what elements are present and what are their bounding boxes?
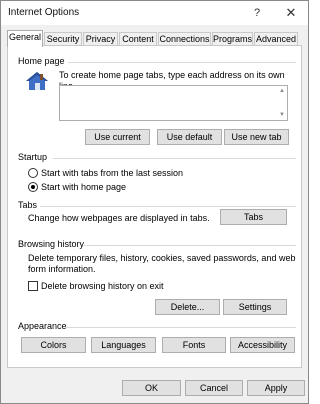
- start-last-session-label[interactable]: Start with tabs from the last session: [41, 168, 183, 179]
- house-icon: [26, 72, 48, 90]
- browsing-history-description-line2: form information.: [28, 264, 96, 274]
- use-current-button[interactable]: Use current: [85, 129, 150, 145]
- delete-on-exit-label[interactable]: Delete browsing history on exit: [41, 281, 164, 292]
- languages-button[interactable]: Languages: [91, 337, 156, 353]
- browsing-history-heading: Browsing history: [18, 239, 85, 249]
- tab-advanced[interactable]: Advanced: [254, 32, 298, 46]
- general-tab-panel: Home page To create home page tabs, type…: [7, 45, 302, 368]
- colors-button[interactable]: Colors: [21, 337, 86, 353]
- browsing-history-divider: [84, 245, 296, 246]
- accessibility-button[interactable]: Accessibility: [230, 337, 295, 353]
- appearance-divider: [66, 327, 296, 328]
- tabs-description: Change how webpages are displayed in tab…: [28, 213, 210, 223]
- home-page-urls-textbox[interactable]: ▲ ▼: [59, 85, 288, 121]
- tabs-heading: Tabs: [18, 200, 38, 210]
- cancel-button[interactable]: Cancel: [185, 380, 243, 396]
- tabs-divider: [40, 206, 296, 207]
- home-page-heading: Home page: [18, 56, 65, 66]
- tab-privacy[interactable]: Privacy: [83, 32, 118, 46]
- tab-security[interactable]: Security: [44, 32, 82, 46]
- tabs-button[interactable]: Tabs: [220, 209, 287, 225]
- delete-on-exit-checkbox[interactable]: [28, 281, 38, 291]
- start-home-page-radio[interactable]: [28, 182, 38, 192]
- tab-connections[interactable]: Connections: [158, 32, 211, 46]
- start-home-page-label[interactable]: Start with home page: [41, 182, 126, 193]
- scroll-down-arrow-icon[interactable]: ▼: [279, 112, 285, 118]
- browsing-history-description-line1: Delete temporary files, history, cookies…: [28, 253, 296, 263]
- home-page-divider: [68, 62, 296, 63]
- use-new-tab-button[interactable]: Use new tab: [224, 129, 289, 145]
- title-bar: Internet Options ? ✕: [1, 1, 308, 25]
- window-title: Internet Options: [8, 7, 80, 18]
- tab-general[interactable]: General: [7, 30, 43, 47]
- start-last-session-radio[interactable]: [28, 168, 38, 178]
- apply-button[interactable]: Apply: [247, 380, 305, 396]
- tab-content[interactable]: Content: [119, 32, 157, 46]
- ok-button[interactable]: OK: [122, 380, 181, 396]
- appearance-heading: Appearance: [18, 321, 67, 331]
- internet-options-window: Internet Options ? ✕ General Security Pr…: [0, 0, 309, 404]
- scroll-up-arrow-icon[interactable]: ▲: [279, 88, 285, 94]
- startup-heading: Startup: [18, 152, 48, 162]
- startup-divider: [53, 158, 296, 159]
- help-button[interactable]: ?: [245, 1, 269, 25]
- tab-programs[interactable]: Programs: [212, 32, 253, 46]
- use-default-button[interactable]: Use default: [157, 129, 222, 145]
- fonts-button[interactable]: Fonts: [162, 337, 226, 353]
- delete-history-button[interactable]: Delete...: [155, 299, 220, 315]
- history-settings-button[interactable]: Settings: [223, 299, 287, 315]
- close-button[interactable]: ✕: [277, 1, 305, 25]
